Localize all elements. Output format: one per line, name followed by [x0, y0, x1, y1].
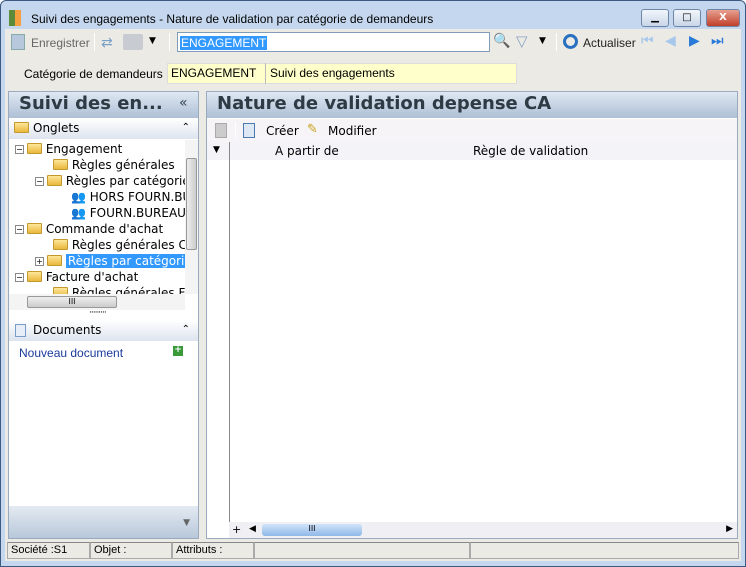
tree-item-fourn-bureau[interactable]: 👥 FOURN.BUREAU [71, 205, 185, 221]
edit-icon: ✎ [307, 122, 318, 137]
new-document-link[interactable]: Nouveau document [19, 346, 123, 360]
left-pane-title: Suivi des en... [19, 93, 163, 114]
status-object: Objet : [90, 542, 172, 559]
tree-item-regles-generales-ca[interactable]: Règles générales CA [53, 237, 185, 253]
print-dropdown-icon[interactable]: ▼ [149, 36, 156, 46]
window-title: Suivi des engagements - Nature de valida… [31, 12, 434, 26]
tree-item-regles-generales[interactable]: Règles générales [53, 157, 175, 173]
search-icon[interactable]: 🔍 [493, 33, 510, 49]
chevron-down-icon[interactable]: ▼ [183, 518, 190, 528]
refresh-icon [563, 34, 578, 49]
app-window: Suivi des engagements - Nature de valida… [0, 0, 746, 567]
tabs-tree: − Engagement Règles générales − Règles p… [9, 140, 185, 294]
document-icon [15, 324, 26, 337]
filter-icon[interactable]: ▽ [516, 32, 528, 50]
client-area: Enregistrer ⇄ ▼ ENGAGEMENT 🔍 ▽ ▼ Actuali… [5, 29, 741, 561]
next-record-icon[interactable]: ▶ [689, 33, 700, 49]
left-pane: Suivi des en... « Onglets ⌃ − Engagement… [8, 91, 199, 539]
status-attributes: Attributs : [172, 542, 254, 559]
status-bar: Société :S1 Objet : Attributs : [7, 542, 739, 559]
column-chooser-icon[interactable]: ▼ [213, 145, 220, 155]
users-icon: 👥 [71, 190, 86, 204]
folder-icon [14, 122, 29, 133]
tree-item-regles-generales-fa[interactable]: Règles générales FA [53, 285, 185, 294]
tabs-section-header[interactable]: Onglets ⌃ [9, 118, 198, 139]
scroll-right-icon[interactable]: ▶ [726, 524, 733, 534]
collapse-section-icon[interactable]: ⌃ [182, 320, 190, 340]
print-icon[interactable] [123, 34, 143, 50]
create-button[interactable]: Créer [266, 124, 299, 138]
documents-section-label: Documents [33, 323, 102, 337]
save-icon [11, 34, 25, 50]
grid-horizontal-scrollbar[interactable]: + ◀ III ▶ [229, 522, 737, 538]
search-input-value: ENGAGEMENT [180, 36, 268, 50]
tree-item-regles-par-categorie[interactable]: − Règles par catégorie [35, 173, 185, 189]
right-pane-title: Nature de validation depense CA [207, 92, 737, 118]
splitter-handle[interactable]: ········· [89, 308, 107, 318]
app-icon [9, 10, 21, 26]
filter-dropdown-icon[interactable]: ▼ [539, 36, 546, 46]
category-label: Catégorie de demandeurs : [24, 67, 170, 81]
left-pane-footer: ▼ [9, 506, 198, 538]
first-record-icon[interactable]: ⏮ [641, 33, 654, 49]
column-header-rule[interactable]: Règle de validation [473, 144, 588, 158]
resize-grip[interactable] [470, 542, 739, 559]
delete-icon[interactable] [215, 123, 227, 138]
tree-vertical-scrollbar[interactable] [185, 140, 198, 294]
users-icon: 👥 [71, 206, 86, 220]
add-icon[interactable]: + [173, 346, 183, 356]
minimize-button[interactable]: ▁ [641, 9, 669, 27]
status-company: Société :S1 [7, 542, 90, 559]
add-row-icon[interactable]: + [232, 523, 241, 536]
collapse-pane-button[interactable]: « [179, 95, 188, 111]
tabs-section-label: Onglets [33, 121, 80, 135]
save-button[interactable]: Enregistrer [31, 36, 90, 50]
sync-icon[interactable]: ⇄ [101, 35, 113, 51]
category-code-field[interactable]: ENGAGEMENT [167, 63, 266, 84]
category-name-field[interactable]: Suivi des engagements [267, 63, 398, 83]
create-icon [243, 123, 255, 138]
column-header-start[interactable]: A partir de [275, 144, 339, 158]
collapse-section-icon[interactable]: ⌃ [182, 118, 190, 138]
tree-item-commande-achat[interactable]: − Commande d'achat [15, 221, 163, 237]
search-input[interactable]: ENGAGEMENT [177, 32, 490, 52]
close-button[interactable]: X [706, 9, 740, 27]
maximize-button[interactable]: □ [673, 9, 701, 27]
tree-item-regles-par-categorie-ca[interactable]: + Règles par catégorie [35, 253, 185, 269]
refresh-button[interactable]: Actualiser [583, 36, 636, 50]
right-pane: Nature de validation depense CA Créer ✎ … [206, 91, 738, 539]
tree-item-engagement[interactable]: − Engagement [15, 141, 122, 157]
documents-section-header[interactable]: Documents ⌃ [9, 320, 198, 341]
tree-item-facture-achat[interactable]: − Facture d'achat [15, 269, 138, 285]
modify-button[interactable]: Modifier [328, 124, 377, 138]
last-record-icon[interactable]: ⏭ [711, 33, 724, 49]
previous-record-icon[interactable]: ◀ [665, 33, 676, 49]
grid-header: ▼ A partir de Règle de validation [207, 142, 737, 160]
tree-item-hors-fourn-bureau[interactable]: 👥 HORS FOURN.BUREAU [71, 189, 185, 205]
scroll-left-icon[interactable]: ◀ [249, 524, 256, 534]
